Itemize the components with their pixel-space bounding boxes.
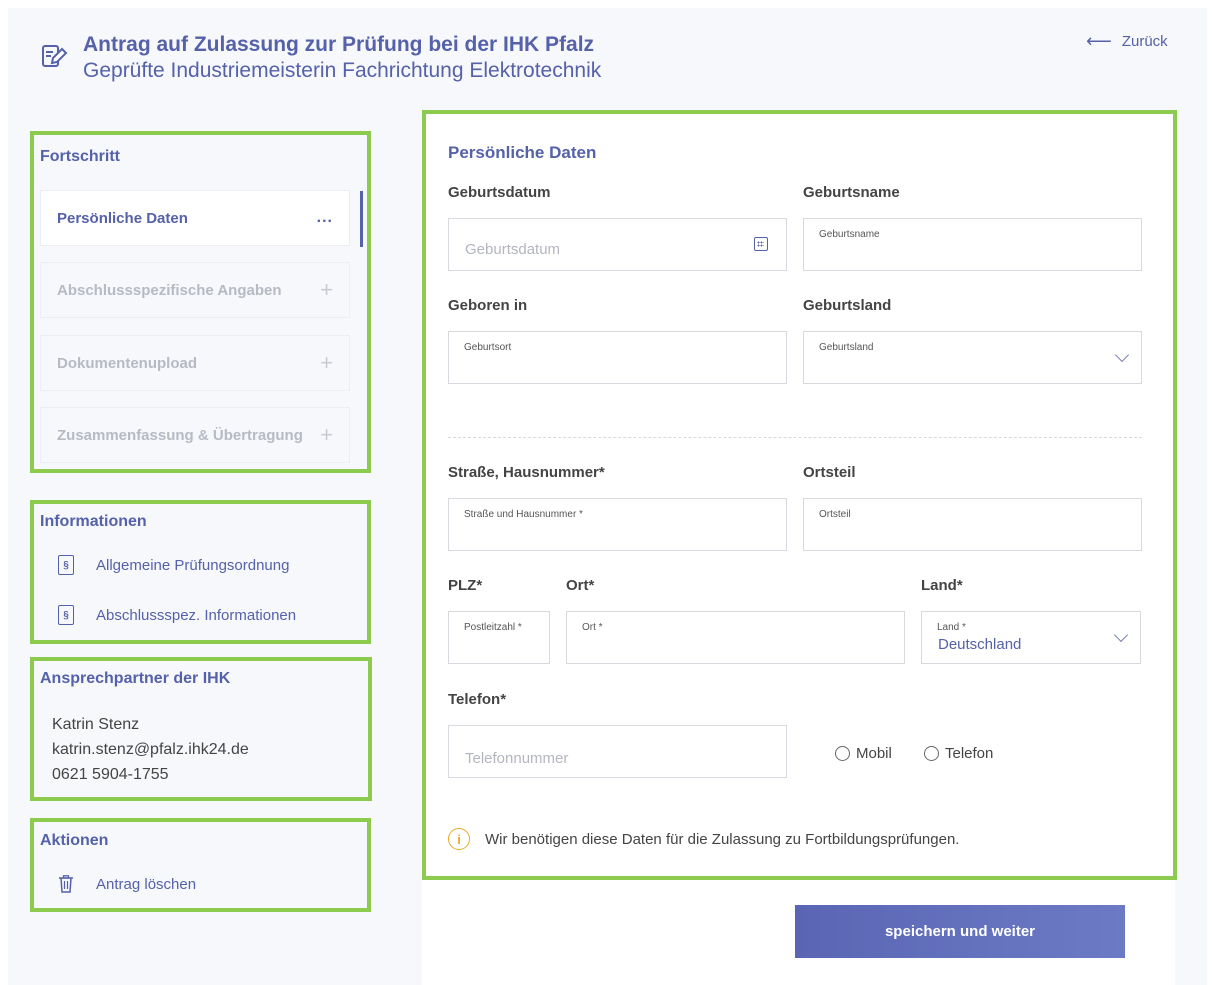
step-label: Persönliche Daten xyxy=(57,209,188,227)
zip-placeholder: Postleitzahl * xyxy=(464,622,522,633)
plus-icon: + xyxy=(320,277,333,302)
plus-icon: + xyxy=(320,422,333,447)
delete-label: Antrag löschen xyxy=(96,875,197,893)
chevron-down-icon xyxy=(1114,347,1130,363)
phone-input[interactable]: Telefonnummer xyxy=(448,725,787,778)
step-zusammenfassung[interactable]: Zusammenfassung & Übertragung + xyxy=(40,407,350,463)
street-placeholder: Straße und Hausnummer * xyxy=(464,509,583,520)
delete-application-button[interactable]: Antrag löschen xyxy=(58,875,196,893)
birthdate-input[interactable]: Geburtsdatum xyxy=(448,218,787,271)
country-value: Deutschland xyxy=(938,636,1022,653)
birthdate-placeholder: Geburtsdatum xyxy=(465,241,561,258)
more-dots-icon: ... xyxy=(316,209,333,226)
edit-document-icon xyxy=(42,45,68,67)
back-label: Zurück xyxy=(1121,33,1168,50)
page-subtitle: Geprüfte Industriemeisterin Fachrichtung… xyxy=(83,59,602,82)
country-placeholder: Land * xyxy=(937,622,966,633)
actions-heading: Aktionen xyxy=(40,832,109,849)
link-label: Abschlussspez. Informationen xyxy=(96,606,297,624)
link-abschlussspez-informationen[interactable]: § Abschlussspez. Informationen xyxy=(58,605,296,625)
contact-heading: Ansprechpartner der IHK xyxy=(40,670,231,687)
contact-email[interactable]: katrin.stenz@pfalz.ihk24.de xyxy=(52,741,249,759)
city-label: Ort* xyxy=(566,577,595,594)
city-placeholder: Ort * xyxy=(582,622,603,633)
birthname-input[interactable]: Geburtsname xyxy=(803,218,1142,271)
phone-label: Telefon* xyxy=(448,691,507,708)
street-label: Straße, Hausnummer* xyxy=(448,464,605,481)
progress-heading: Fortschritt xyxy=(40,148,120,165)
country-label: Land* xyxy=(921,577,963,594)
birthplace-placeholder: Geburtsort xyxy=(464,342,512,353)
radio-mobil-label: Mobil xyxy=(856,745,892,762)
district-label: Ortsteil xyxy=(803,464,856,481)
step-label: Zusammenfassung & Übertragung xyxy=(57,426,303,444)
radio-circle[interactable] xyxy=(924,746,939,761)
section-divider xyxy=(448,437,1142,438)
link-label: Allgemeine Prüfungsordnung xyxy=(96,556,290,574)
calendar-icon[interactable] xyxy=(754,237,768,251)
birthname-label: Geburtsname xyxy=(803,184,900,201)
zip-label: PLZ* xyxy=(448,577,483,594)
birthcountry-placeholder: Geburtsland xyxy=(819,342,874,353)
birthplace-label: Geboren in xyxy=(448,297,528,314)
back-link[interactable]: ⟵ Zurück xyxy=(1086,31,1168,52)
radio-mobil[interactable]: Mobil xyxy=(835,745,892,762)
step-abschlussspezifische-angaben[interactable]: Abschlussspezifische Angaben + xyxy=(40,262,350,318)
birthname-placeholder: Geburtsname xyxy=(819,229,880,240)
street-input[interactable]: Straße und Hausnummer * xyxy=(448,498,787,551)
info-note: i Wir benötigen diese Daten für die Zula… xyxy=(448,828,959,850)
birthcountry-select[interactable]: Geburtsland xyxy=(803,331,1142,384)
paragraph-document-icon: § xyxy=(58,605,74,625)
chevron-down-icon xyxy=(1113,627,1129,643)
arrow-left-icon: ⟵ xyxy=(1086,31,1112,51)
information-heading: Informationen xyxy=(40,513,147,530)
birthcountry-label: Geburtsland xyxy=(803,297,892,314)
info-note-text: Wir benötigen diese Daten für die Zulass… xyxy=(485,830,960,848)
link-allgemeine-pruefungsordnung[interactable]: § Allgemeine Prüfungsordnung xyxy=(58,555,289,575)
zip-input[interactable]: Postleitzahl * xyxy=(448,611,550,664)
info-icon: i xyxy=(448,828,470,850)
city-input[interactable]: Ort * xyxy=(566,611,905,664)
contact-name: Katrin Stenz xyxy=(52,716,140,733)
district-input[interactable]: Ortsteil xyxy=(803,498,1142,551)
step-persoenliche-daten[interactable]: Persönliche Daten ... xyxy=(40,190,363,247)
save-and-continue-button[interactable]: speichern und weiter xyxy=(795,905,1125,958)
district-placeholder: Ortsteil xyxy=(819,509,851,520)
birthplace-input[interactable]: Geburtsort xyxy=(448,331,787,384)
trash-icon xyxy=(59,875,73,893)
radio-circle[interactable] xyxy=(835,746,850,761)
radio-telefon-label: Telefon xyxy=(945,745,994,762)
radio-telefon[interactable]: Telefon xyxy=(924,745,993,762)
page-title: Antrag auf Zulassung zur Prüfung bei der… xyxy=(83,33,595,56)
country-select[interactable]: Land * Deutschland xyxy=(921,611,1141,664)
paragraph-document-icon: § xyxy=(58,555,74,575)
step-label: Dokumentenupload xyxy=(57,354,198,372)
plus-icon: + xyxy=(320,350,333,375)
phone-placeholder: Telefonnummer xyxy=(465,750,569,767)
step-label: Abschlussspezifische Angaben xyxy=(57,281,282,299)
step-dokumentenupload[interactable]: Dokumentenupload + xyxy=(40,335,350,391)
birthdate-label: Geburtsdatum xyxy=(448,184,551,201)
section-title: Persönliche Daten xyxy=(448,143,597,162)
contact-phone: 0621 5904-1755 xyxy=(52,766,169,783)
